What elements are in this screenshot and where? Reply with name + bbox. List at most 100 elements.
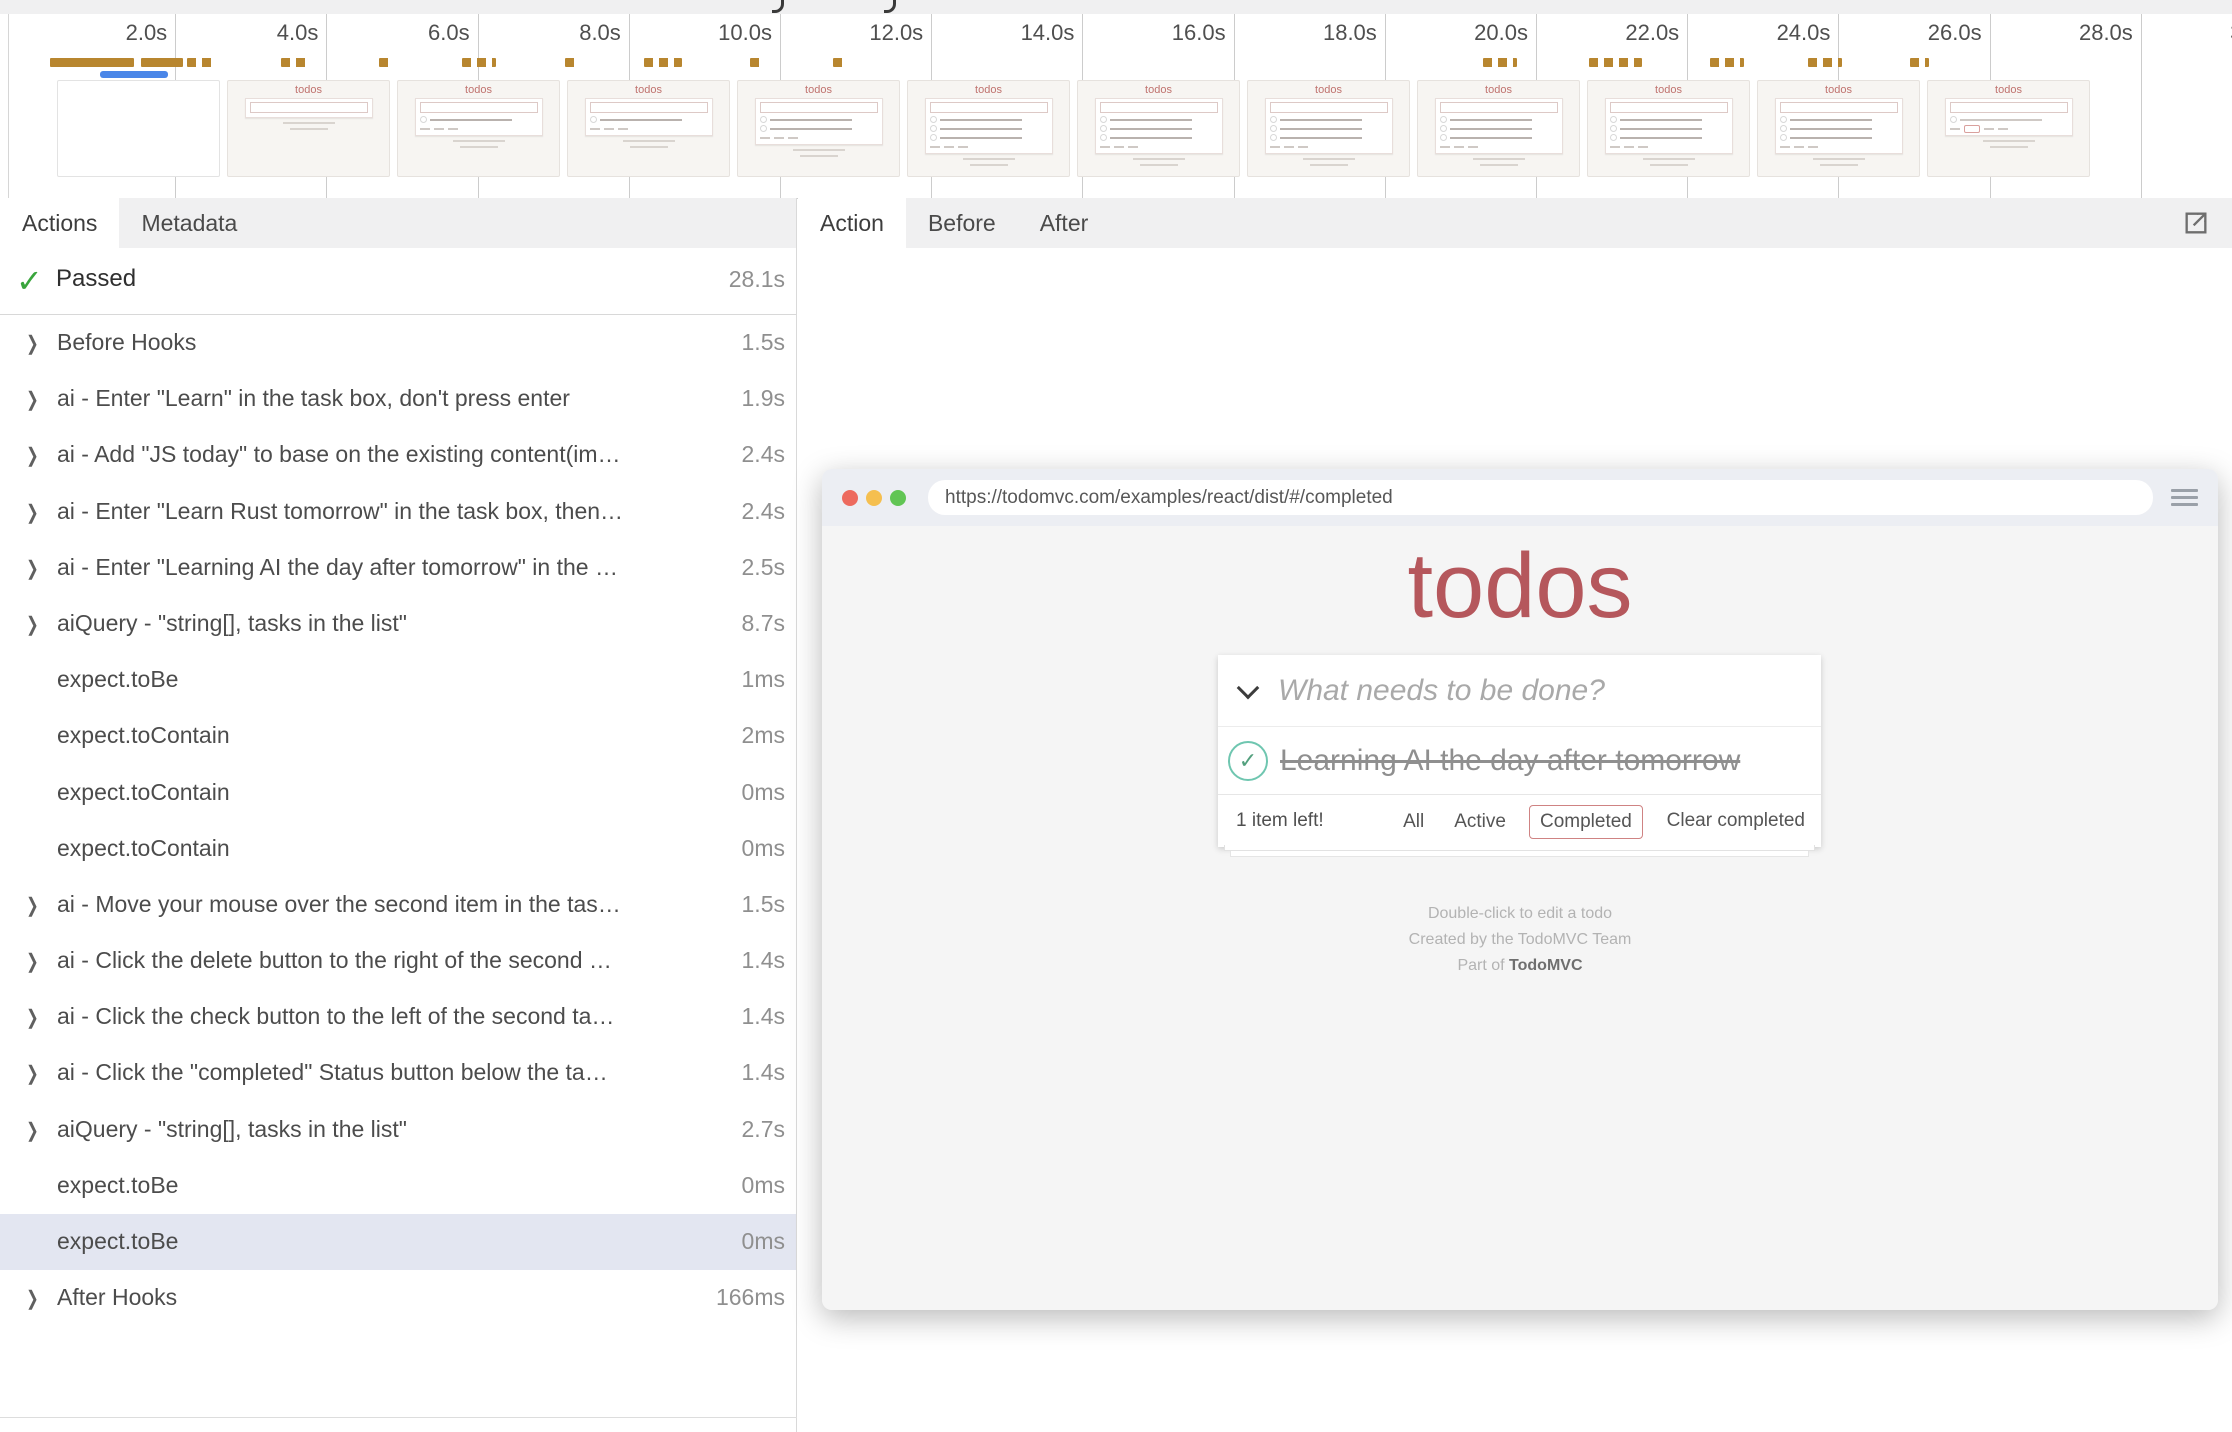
thumbnail-footer-dash — [1114, 146, 1124, 148]
filmstrip-thumbnail[interactable]: todos — [1587, 80, 1750, 177]
tab-metadata[interactable]: Metadata — [119, 198, 259, 248]
action-row[interactable]: ❯ai - Enter "Learn Rust tomorrow" in the… — [0, 484, 796, 540]
tab-after[interactable]: After — [1018, 198, 1111, 248]
toggle-all-button[interactable] — [1218, 686, 1278, 696]
action-row[interactable]: expect.toBe 0ms — [0, 1214, 796, 1270]
action-duration: 1ms — [742, 666, 785, 693]
action-row[interactable]: ❯Before Hooks1.5s — [0, 315, 796, 371]
thumbnail-item — [760, 115, 878, 124]
brand-link[interactable]: TodoMVC — [1509, 957, 1582, 974]
tab-actions[interactable]: Actions — [0, 198, 119, 248]
action-row[interactable]: ❯ai - Add "JS today" to base on the exis… — [0, 427, 796, 483]
thumbnail-footer-dash — [1808, 146, 1818, 148]
left-tabbar: Actions Metadata — [0, 198, 796, 248]
timeline[interactable]: 2.0s4.0s6.0s8.0s10.0s12.0s14.0s16.0s18.0… — [0, 14, 2232, 199]
action-row[interactable]: ❯ai - Enter "Learning AI the day after t… — [0, 540, 796, 596]
tab-before[interactable]: Before — [906, 198, 1018, 248]
thumbnail-info-line — [1650, 164, 1688, 166]
thumbnail-info-line — [290, 128, 328, 130]
thumbnail-footer-dash — [1100, 146, 1110, 148]
tab-action[interactable]: Action — [798, 198, 906, 248]
action-row[interactable]: ❯aiQuery - "string[], tasks in the list"… — [0, 1102, 796, 1158]
action-row[interactable]: expect.toContain2ms — [0, 708, 796, 764]
thumbnail-item-dot — [1270, 116, 1277, 123]
thumbnail-footer — [760, 134, 878, 142]
thumbnail-footer-dash — [1468, 146, 1478, 148]
thumbnail-item-line — [1450, 128, 1533, 130]
thumbnail-footer — [1780, 143, 1898, 151]
filter-all[interactable]: All — [1396, 806, 1431, 838]
thumbnail-app-title: todos — [398, 84, 559, 96]
thumbnail-footer-dash — [1610, 146, 1620, 148]
action-duration: 1.5s — [742, 891, 785, 918]
thumbnail-item — [1270, 133, 1388, 142]
chevron-right-icon[interactable]: ❯ — [26, 612, 39, 637]
chevron-right-icon[interactable]: ❯ — [26, 500, 39, 525]
action-row[interactable]: ❯ai - Move your mouse over the second it… — [0, 877, 796, 933]
todo-checkbox[interactable]: ✓ — [1228, 741, 1268, 781]
action-title: expect.toBe — [57, 1228, 686, 1255]
action-row[interactable]: ❯ai - Click the delete button to the rig… — [0, 933, 796, 989]
chevron-right-icon[interactable]: ❯ — [26, 556, 39, 581]
action-row[interactable]: expect.toBe0ms — [0, 1158, 796, 1214]
info-line: Double-click to edit a todo — [822, 901, 2218, 927]
action-row[interactable]: expect.toContain0ms — [0, 765, 796, 821]
info-line: Part of TodoMVC — [822, 953, 2218, 979]
open-snapshot-external-icon[interactable] — [2182, 209, 2210, 237]
thumbnail-item — [930, 115, 1048, 124]
filter-active[interactable]: Active — [1447, 806, 1513, 838]
chevron-right-icon[interactable]: ❯ — [26, 331, 39, 356]
chevron-right-icon[interactable]: ❯ — [26, 893, 39, 918]
filmstrip-thumbnail[interactable]: todos — [1417, 80, 1580, 177]
thumbnail-footer — [1270, 143, 1388, 151]
action-row[interactable]: ❯aiQuery - "string[], tasks in the list"… — [0, 596, 796, 652]
action-row[interactable]: ❯After Hooks166ms — [0, 1270, 796, 1326]
action-marker — [462, 58, 496, 67]
thumbnail-item-line — [1620, 119, 1703, 121]
filmstrip-thumbnail[interactable]: todos — [907, 80, 1070, 177]
thumbnail-item-dot — [930, 134, 937, 141]
action-row[interactable]: ❯ai - Enter "Learn" in the task box, don… — [0, 371, 796, 427]
clear-completed-button[interactable]: Clear completed — [1667, 810, 1805, 832]
thumbnail-input — [1440, 102, 1558, 113]
menu-icon[interactable] — [2171, 489, 2198, 506]
new-todo-input[interactable]: What needs to be done? — [1278, 674, 1605, 708]
action-duration: 2.4s — [742, 441, 785, 468]
filmstrip-thumbnail[interactable]: todos — [227, 80, 390, 177]
url-bar[interactable]: https://todomvc.com/examples/react/dist/… — [928, 480, 2153, 515]
filmstrip-thumbnail[interactable] — [57, 80, 220, 177]
thumbnail-item-dot — [1440, 116, 1447, 123]
action-row[interactable]: expect.toContain0ms — [0, 821, 796, 877]
thumbnail-info-line — [460, 146, 498, 148]
action-duration: 0ms — [742, 1228, 785, 1255]
chevron-right-icon[interactable]: ❯ — [26, 1286, 39, 1311]
chevron-right-icon[interactable]: ❯ — [26, 387, 39, 412]
action-title: expect.toBe — [57, 1172, 686, 1199]
filmstrip-thumbnail[interactable]: todos — [397, 80, 560, 177]
thumbnail-input — [1950, 102, 2068, 113]
chevron-right-icon[interactable]: ❯ — [26, 949, 39, 974]
filmstrip-thumbnail[interactable]: todos — [1247, 80, 1410, 177]
thumbnail-item-line — [1450, 119, 1533, 121]
filter-completed[interactable]: Completed — [1529, 805, 1643, 839]
filmstrip-thumbnail[interactable]: todos — [737, 80, 900, 177]
filmstrip-thumbnail[interactable]: todos — [567, 80, 730, 177]
thumbnail-item-line — [430, 119, 513, 121]
thumbnail-app-title: todos — [908, 84, 1069, 96]
action-row[interactable]: ❯ai - Click the check button to the left… — [0, 989, 796, 1045]
thumbnail-item-dot — [930, 116, 937, 123]
chevron-right-icon[interactable]: ❯ — [26, 1061, 39, 1086]
chevron-right-icon[interactable]: ❯ — [26, 1118, 39, 1143]
action-marker — [379, 58, 390, 67]
chevron-right-icon[interactable]: ❯ — [26, 1005, 39, 1030]
filmstrip-thumbnail[interactable]: todos — [1927, 80, 2090, 177]
thumbnail-footer-dash — [1298, 146, 1308, 148]
chevron-right-icon[interactable]: ❯ — [26, 443, 39, 468]
action-row[interactable]: expect.toBe1ms — [0, 652, 796, 708]
main-area: Actions Metadata ✓ Passed 28.1s ❯Before … — [0, 198, 2232, 1432]
actions-panel: Actions Metadata ✓ Passed 28.1s ❯Before … — [0, 198, 797, 1432]
action-row[interactable]: ❯ai - Click the "completed" Status butto… — [0, 1045, 796, 1101]
action-duration: 166ms — [716, 1284, 785, 1311]
filmstrip-thumbnail[interactable]: todos — [1757, 80, 1920, 177]
filmstrip-thumbnail[interactable]: todos — [1077, 80, 1240, 177]
